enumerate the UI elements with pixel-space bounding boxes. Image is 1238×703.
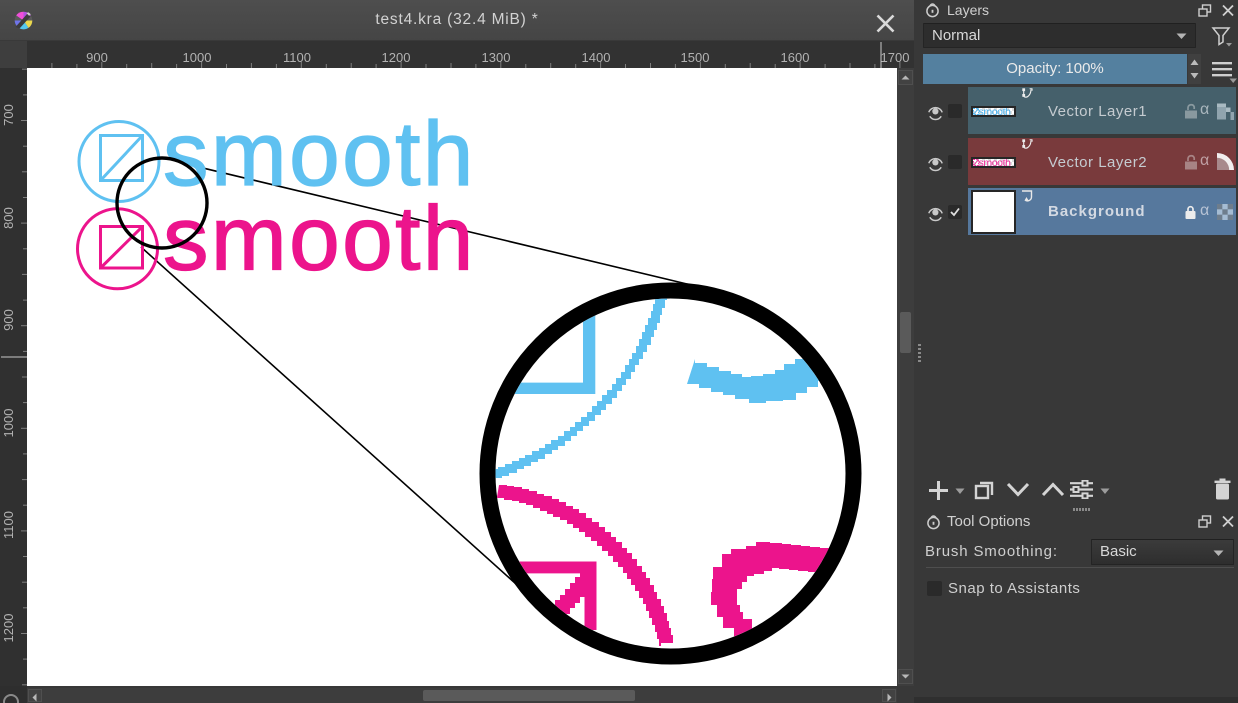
svg-text:1000: 1000	[1, 409, 16, 438]
svg-text:smooth: smooth	[979, 108, 1012, 115]
svg-text:1700: 1700	[881, 50, 910, 65]
svg-text:1500: 1500	[681, 50, 710, 65]
svg-text:1300: 1300	[482, 50, 511, 65]
svg-text:1200: 1200	[1, 614, 16, 643]
svg-text:1400: 1400	[582, 50, 611, 65]
svg-text:1100: 1100	[1, 511, 16, 539]
svg-text:900: 900	[1, 309, 16, 331]
svg-text:700: 700	[1, 104, 16, 126]
svg-text:900: 900	[86, 50, 108, 65]
svg-text:800: 800	[1, 207, 16, 229]
svg-text:smooth: smooth	[979, 159, 1012, 166]
svg-text:1000: 1000	[183, 50, 212, 65]
svg-text:smooth: smooth	[163, 189, 476, 290]
svg-text:1600: 1600	[781, 50, 810, 65]
svg-text:1200: 1200	[382, 50, 411, 65]
svg-text:1100: 1100	[283, 50, 311, 65]
